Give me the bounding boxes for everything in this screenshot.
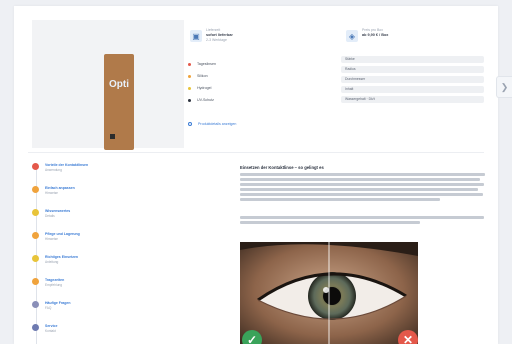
delivery-value: sofort lieferbar — [206, 33, 233, 37]
eye-illustration — [240, 242, 418, 344]
feature-item: Silikon — [188, 74, 208, 78]
product-details-link[interactable]: Produktdetails anzeigen — [188, 122, 236, 127]
price-value: ab 9,90 € / Box — [362, 33, 389, 37]
delivery-label: Lieferzeit — [206, 28, 221, 32]
article-text-line — [240, 198, 440, 201]
spec-field[interactable]: Stärke — [341, 56, 484, 63]
product-image[interactable]: Opti — [32, 20, 184, 150]
brand-logo: Opti — [109, 78, 129, 90]
spec-field[interactable]: Radius — [341, 66, 484, 73]
article-text-line — [240, 188, 478, 191]
product-page: Opti ▣ Lieferzeit sofort lieferbar 2-3 W… — [14, 6, 498, 344]
info-icon — [188, 122, 192, 127]
timeline-dot-icon — [32, 209, 39, 216]
box-marker — [110, 134, 115, 139]
article-text-line — [240, 183, 484, 186]
tag-icon: ◈ — [346, 30, 358, 42]
timeline-dot-icon — [32, 301, 39, 308]
bullet-icon — [188, 74, 191, 78]
timeline-dot-icon — [32, 278, 39, 285]
truck-icon: ▣ — [190, 30, 202, 42]
checkmark-icon: ✓ — [242, 330, 262, 344]
bullet-icon — [188, 62, 191, 66]
timeline-dot-icon — [32, 324, 39, 331]
timeline-dot-icon — [32, 163, 39, 170]
article-title: Einsetzen der Kontaktlinse – so gelingt … — [240, 165, 324, 170]
spec-field[interactable]: Durchmesser — [341, 76, 484, 83]
timeline-dot-icon — [32, 186, 39, 193]
feature-item: Hydrogel — [188, 86, 211, 90]
timeline-dot-icon — [32, 255, 39, 262]
article-text-line — [240, 178, 480, 181]
spec-field[interactable]: Wassergehalt · Dk/t — [341, 96, 484, 103]
article-text-line — [240, 216, 484, 219]
article-text-line — [240, 221, 420, 224]
feature-item: UV-Schutz — [188, 98, 214, 102]
feature-item: Tageslinsen — [188, 62, 216, 66]
side-expand-handle[interactable]: ❯ — [496, 76, 512, 98]
article-text-line — [240, 173, 485, 176]
bullet-icon — [188, 98, 191, 102]
timeline-dot-icon — [32, 232, 39, 239]
eye-photo — [240, 242, 418, 344]
article-text-line — [240, 193, 483, 196]
bullet-icon — [188, 86, 191, 90]
delivery-sub: 2-3 Werktage — [206, 38, 227, 42]
section-divider — [28, 152, 484, 153]
product-box: Opti — [104, 54, 134, 150]
spec-field[interactable]: Inhalt — [341, 86, 484, 93]
cross-icon: ✕ — [398, 330, 418, 344]
price-label: Preis pro Box — [362, 28, 384, 32]
